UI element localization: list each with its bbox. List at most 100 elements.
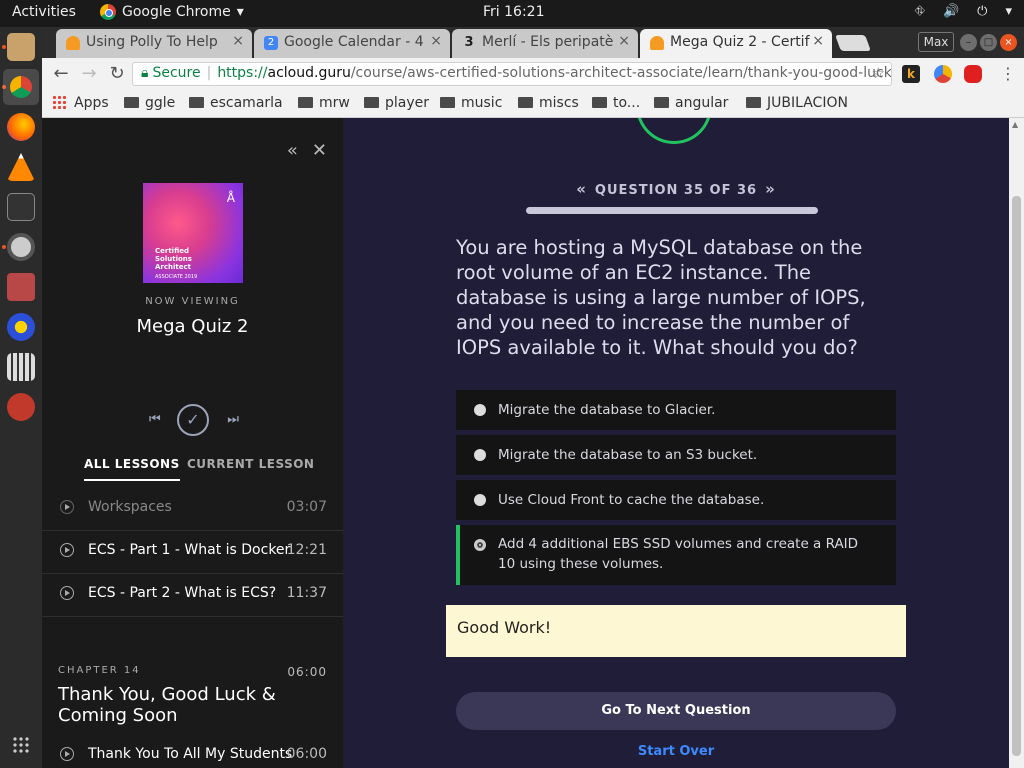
lesson-duration: 03:07	[286, 499, 327, 515]
lesson-row[interactable]: ECS - Part 2 - What is ECS? 11:37	[42, 574, 343, 617]
bookmark-folder[interactable]: escamarla	[189, 95, 283, 111]
tab-all-lessons[interactable]: ALL LESSONS	[84, 457, 180, 481]
bookmark-folder[interactable]: music	[440, 95, 502, 111]
answer-text: Migrate the database to an S3 bucket.	[498, 447, 758, 463]
lesson-duration: 12:21	[286, 542, 327, 558]
chevron-down-icon: ▾	[236, 4, 244, 20]
scroll-up-icon[interactable]: ▲	[1012, 120, 1018, 129]
bookmark-folder[interactable]: ggle	[124, 95, 175, 111]
vlc-icon[interactable]	[7, 153, 35, 181]
back-icon[interactable]: ←	[50, 63, 72, 85]
scrollbar[interactable]: ▲	[1009, 118, 1024, 768]
bookmark-folder[interactable]: to...	[592, 95, 640, 111]
previous-question-icon[interactable]: «	[576, 180, 587, 198]
extension-color-icon[interactable]	[934, 65, 952, 83]
show-applications-icon[interactable]	[12, 736, 30, 754]
course-thumbnail-text: Certified Solutions Architect ASSOCIATE …	[155, 247, 198, 280]
answer-option[interactable]: Migrate the database to Glacier.	[456, 390, 896, 430]
bookmark-folder[interactable]: JUBILACION	[746, 95, 848, 111]
complete-check-icon[interactable]: ✓	[177, 404, 209, 436]
scrollbar-thumb[interactable]	[1012, 196, 1021, 756]
app-menu[interactable]: Google Chrome ▾	[100, 4, 244, 20]
tab-title: Using Polly To Help	[86, 34, 218, 50]
skip-previous-icon[interactable]: ⏮	[149, 412, 161, 427]
chapter-duration: 06:00	[287, 665, 327, 679]
tab-title: Google Calendar - 4	[284, 34, 424, 50]
bookmark-folder[interactable]: player	[364, 95, 429, 111]
bookmark-folder[interactable]: miscs	[518, 95, 579, 111]
course-sidebar: « ✕ Å Certified Solutions Architect ASSO…	[42, 118, 343, 768]
power-icon[interactable]: ⏻	[977, 4, 987, 19]
extension-play-icon[interactable]	[964, 65, 982, 83]
quiz-progress-bar	[526, 207, 818, 214]
reload-icon[interactable]: ↻	[106, 63, 128, 85]
folder-icon	[364, 97, 379, 108]
browser-tab[interactable]: Using Polly To Help ×	[56, 29, 252, 58]
bookmark-folder[interactable]: mrw	[298, 95, 350, 111]
firefox-icon[interactable]	[7, 113, 35, 141]
browser-tab[interactable]: 2 Google Calendar - 4 ×	[254, 29, 450, 58]
start-over-link[interactable]: Start Over	[456, 744, 896, 759]
files-icon[interactable]	[7, 33, 35, 61]
play-circle-icon	[60, 586, 74, 600]
new-tab-button[interactable]	[835, 35, 871, 51]
radio-button[interactable]	[474, 494, 486, 506]
play-circle-icon	[60, 500, 74, 514]
app-icon[interactable]	[7, 273, 35, 301]
play-circle-icon	[60, 747, 74, 761]
forward-icon[interactable]: →	[78, 63, 100, 85]
next-question-icon[interactable]: »	[765, 180, 776, 198]
maximize-icon[interactable]: □	[980, 34, 997, 51]
chevron-down-icon[interactable]: ▾	[1005, 4, 1012, 19]
bookmarks-bar: Apps ggle escamarla mrw player music mis…	[42, 90, 1024, 118]
chrome-icon	[10, 76, 32, 98]
collapse-sidebar-icon[interactable]: «	[287, 140, 298, 161]
tab-current-lesson[interactable]: CURRENT LESSON	[187, 457, 314, 471]
software-updater-icon[interactable]	[7, 233, 35, 261]
acloud-guru-icon	[66, 36, 80, 50]
radio-button[interactable]	[474, 404, 486, 416]
minimize-icon[interactable]: –	[960, 34, 977, 51]
address-bar[interactable]: 🔒︎ Secure | https://acloud.guru/course/aws-…	[132, 62, 892, 86]
next-question-button[interactable]: Go To Next Question	[456, 692, 896, 730]
answer-option-correct[interactable]: Add 4 additional EBS SSD volumes and cre…	[456, 525, 896, 585]
bookmark-star-icon[interactable]: ☆	[872, 64, 885, 82]
volume-icon[interactable]: 🔊	[943, 4, 959, 19]
close-icon[interactable]: ×	[232, 33, 244, 49]
terminal-icon[interactable]	[7, 193, 35, 221]
browser-tab[interactable]: 3 Merlí - Els peripatè ×	[452, 29, 638, 58]
answer-option[interactable]: Use Cloud Front to cache the database.	[456, 480, 896, 520]
close-icon[interactable]: ✕	[312, 140, 327, 161]
close-icon[interactable]: ×	[430, 33, 442, 49]
radio-button[interactable]	[474, 449, 486, 461]
lesson-row[interactable]: ECS - Part 1 - What is Docker 12:21	[42, 531, 343, 574]
settings-tools-icon[interactable]	[7, 393, 35, 421]
chrome-menu-icon[interactable]: ⋮	[1000, 64, 1016, 83]
system-tray[interactable]: ⛗ 🔊 ⏻ ▾	[915, 4, 1012, 19]
bookmark-folder[interactable]: angular	[654, 95, 728, 111]
bookmark-apps[interactable]: Apps	[52, 95, 109, 111]
lesson-title: ECS - Part 2 - What is ECS?	[88, 585, 277, 601]
chrome-dock-item[interactable]	[3, 69, 39, 105]
window-close-icon[interactable]: ×	[1000, 34, 1017, 51]
lesson-row[interactable]: Thank You To All My Students 06:00	[42, 735, 343, 768]
lesson-row[interactable]: Workspaces 03:07	[42, 488, 343, 531]
score-ring	[636, 118, 712, 144]
close-icon[interactable]: ×	[618, 33, 630, 49]
answer-option[interactable]: Migrate the database to an S3 bucket.	[456, 435, 896, 475]
browser-toolbar: ← → ↻ 🔒︎ Secure | https://acloud.guru/cours…	[42, 58, 1024, 90]
radio-button-selected[interactable]	[474, 539, 486, 551]
video-editor-icon[interactable]	[7, 353, 35, 381]
apps-grid-icon	[52, 95, 66, 109]
profile-button[interactable]: Max	[918, 32, 954, 52]
extension-k-icon[interactable]: k	[902, 65, 920, 83]
play-circle-icon	[60, 543, 74, 557]
browser-tab-active[interactable]: Mega Quiz 2 - Certif ×	[640, 29, 832, 58]
close-icon[interactable]: ×	[812, 33, 824, 49]
skip-next-icon[interactable]: ⏭	[227, 412, 239, 427]
helper-icon[interactable]	[7, 313, 35, 341]
network-icon[interactable]: ⛗	[915, 4, 925, 19]
activities-button[interactable]: Activities	[12, 4, 76, 20]
divider: |	[206, 65, 212, 81]
clock[interactable]: Fri 16:21	[483, 4, 544, 20]
